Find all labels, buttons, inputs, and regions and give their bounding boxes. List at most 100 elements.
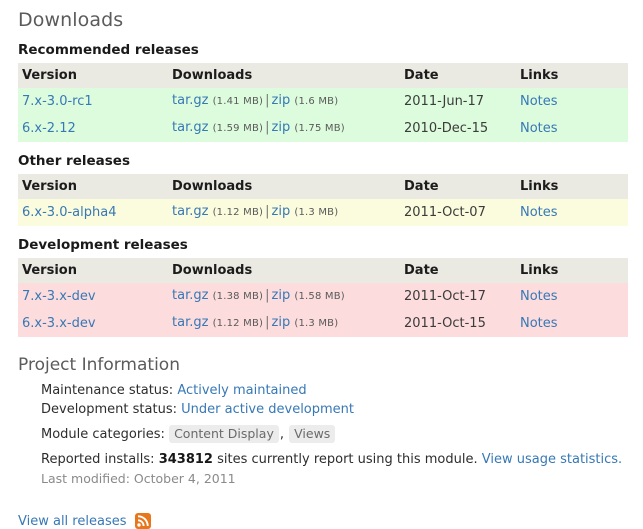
notes-link[interactable]: Notes (520, 289, 558, 304)
category-tag-views[interactable]: Views (289, 425, 336, 443)
targz-size: (1.59 MB) (212, 123, 264, 134)
cell-links: Notes (516, 88, 628, 115)
zip-size: (1.3 MB) (294, 207, 339, 218)
section-title-other: Other releases (18, 153, 130, 169)
cell-version: 6.x-3.x-dev (18, 310, 168, 337)
table-header-row: Version Downloads Date Links (18, 174, 628, 199)
page-title: Downloads (18, 9, 124, 31)
header-date: Date (400, 258, 516, 283)
cell-version: 7.x-3.0-rc1 (18, 88, 168, 115)
notes-link[interactable]: Notes (520, 94, 558, 109)
section-title-development: Development releases (18, 237, 188, 253)
targz-size: (1.41 MB) (212, 96, 264, 107)
header-downloads: Downloads (168, 258, 400, 283)
development-status-link[interactable]: Under active development (181, 402, 354, 417)
table-body: 7.x-3.0-rc1 tar.gz (1.41 MB) | zip (1.6 MB… (18, 88, 628, 142)
header-date: Date (400, 63, 516, 88)
table-row: 7.x-3.0-rc1 tar.gz (1.41 MB) | zip (1.6 MB… (18, 88, 628, 115)
category-separator: , (279, 427, 284, 442)
table-row: 6.x-3.x-dev tar.gz (1.12 MB) | zip (1.3 MB… (18, 310, 628, 337)
cell-date: 2011-Jun-17 (400, 88, 516, 115)
reported-installs-label: Reported installs: (41, 452, 155, 467)
header-version: Version (18, 258, 168, 283)
header-version: Version (18, 63, 168, 88)
table-row: 7.x-3.x-dev tar.gz (1.38 MB) | zip (1.58 M… (18, 283, 628, 310)
targz-size: (1.12 MB) (212, 318, 264, 329)
releases-table-recommended: Version Downloads Date Links 7.x-3.0-rc1… (18, 63, 628, 142)
table-row: 6.x-2.12 tar.gz (1.59 MB) | zip (1.75 MB) … (18, 115, 628, 142)
releases-table-other: Version Downloads Date Links 6.x-3.0-alp… (18, 174, 628, 226)
cell-version: 6.x-3.0-alpha4 (18, 199, 168, 226)
module-categories-label: Module categories: (41, 427, 165, 442)
header-links: Links (516, 258, 628, 283)
header-links: Links (516, 174, 628, 199)
project-information-section: Project Information Maintenance status: … (0, 355, 643, 489)
footer: View all releases (0, 513, 643, 529)
download-separator: | (265, 93, 270, 108)
releases-table-development: Version Downloads Date Links 7.x-3.x-dev… (18, 258, 628, 337)
section-title-recommended: Recommended releases (18, 42, 199, 58)
cell-links: Notes (516, 283, 628, 310)
category-tag-content-display[interactable]: Content Display (169, 425, 279, 443)
cell-downloads: tar.gz (1.12 MB) | zip (1.3 MB) (168, 199, 400, 226)
cell-version: 6.x-2.12 (18, 115, 168, 142)
zip-download-link[interactable]: zip (272, 120, 291, 135)
rss-feed-icon[interactable] (135, 513, 152, 529)
version-link[interactable]: 7.x-3.x-dev (22, 289, 96, 304)
targz-download-link[interactable]: tar.gz (172, 120, 208, 135)
zip-download-link[interactable]: zip (272, 204, 291, 219)
cell-date: 2011-Oct-07 (400, 199, 516, 226)
notes-link[interactable]: Notes (520, 121, 558, 136)
table-row: 6.x-3.0-alpha4 tar.gz (1.12 MB) | zip (1.3… (18, 199, 628, 226)
downloads-page: Downloads Recommended releases Version D… (0, 0, 643, 529)
zip-size: (1.6 MB) (294, 96, 339, 107)
notes-link[interactable]: Notes (520, 205, 558, 220)
zip-download-link[interactable]: zip (272, 93, 291, 108)
table-header-row: Version Downloads Date Links (18, 63, 628, 88)
cell-date: 2010-Dec-15 (400, 115, 516, 142)
maintenance-status-link[interactable]: Actively maintained (177, 383, 306, 398)
targz-download-link[interactable]: tar.gz (172, 288, 208, 303)
targz-download-link[interactable]: tar.gz (172, 315, 208, 330)
zip-download-link[interactable]: zip (272, 315, 291, 330)
header-links: Links (516, 63, 628, 88)
view-all-releases-link[interactable]: View all releases (18, 514, 126, 529)
development-status-item: Development status: Under active develop… (41, 400, 643, 419)
development-status-label: Development status: (41, 402, 177, 417)
zip-size: (1.75 MB) (294, 123, 345, 134)
targz-download-link[interactable]: tar.gz (172, 204, 208, 219)
cell-downloads: tar.gz (1.12 MB) | zip (1.3 MB) (168, 310, 400, 337)
targz-download-link[interactable]: tar.gz (172, 93, 208, 108)
table-header-row: Version Downloads Date Links (18, 258, 628, 283)
header-downloads: Downloads (168, 174, 400, 199)
header-version: Version (18, 174, 168, 199)
last-modified-text: Last modified: October 4, 2011 (41, 471, 236, 486)
usage-statistics-link[interactable]: View usage statistics. (482, 452, 622, 467)
table-body: 7.x-3.x-dev tar.gz (1.38 MB) | zip (1.58 M… (18, 283, 628, 337)
table-head: Version Downloads Date Links (18, 258, 628, 283)
cell-downloads: tar.gz (1.59 MB) | zip (1.75 MB) (168, 115, 400, 142)
cell-downloads: tar.gz (1.38 MB) | zip (1.58 MB) (168, 283, 400, 310)
cell-downloads: tar.gz (1.41 MB) | zip (1.6 MB) (168, 88, 400, 115)
cell-links: Notes (516, 115, 628, 142)
zip-download-link[interactable]: zip (272, 288, 291, 303)
version-link[interactable]: 6.x-2.12 (22, 121, 76, 136)
cell-links: Notes (516, 310, 628, 337)
version-link[interactable]: 6.x-3.0-alpha4 (22, 205, 116, 220)
notes-link[interactable]: Notes (520, 316, 558, 331)
module-categories-item: Module categories: Content Display, View… (41, 419, 643, 444)
reported-installs-suffix: sites currently report using this module… (217, 452, 478, 467)
zip-size: (1.3 MB) (294, 318, 339, 329)
version-link[interactable]: 7.x-3.0-rc1 (22, 94, 93, 109)
version-link[interactable]: 6.x-3.x-dev (22, 316, 96, 331)
cell-version: 7.x-3.x-dev (18, 283, 168, 310)
table-head: Version Downloads Date Links (18, 174, 628, 199)
reported-installs-count: 343812 (158, 452, 213, 467)
cell-date: 2011-Oct-15 (400, 310, 516, 337)
project-information-list: Maintenance status: Actively maintained … (18, 381, 643, 489)
maintenance-status-item: Maintenance status: Actively maintained (41, 381, 643, 400)
header-date: Date (400, 174, 516, 199)
targz-size: (1.12 MB) (212, 207, 264, 218)
header-downloads: Downloads (168, 63, 400, 88)
table-body: 6.x-3.0-alpha4 tar.gz (1.12 MB) | zip (1.3… (18, 199, 628, 226)
